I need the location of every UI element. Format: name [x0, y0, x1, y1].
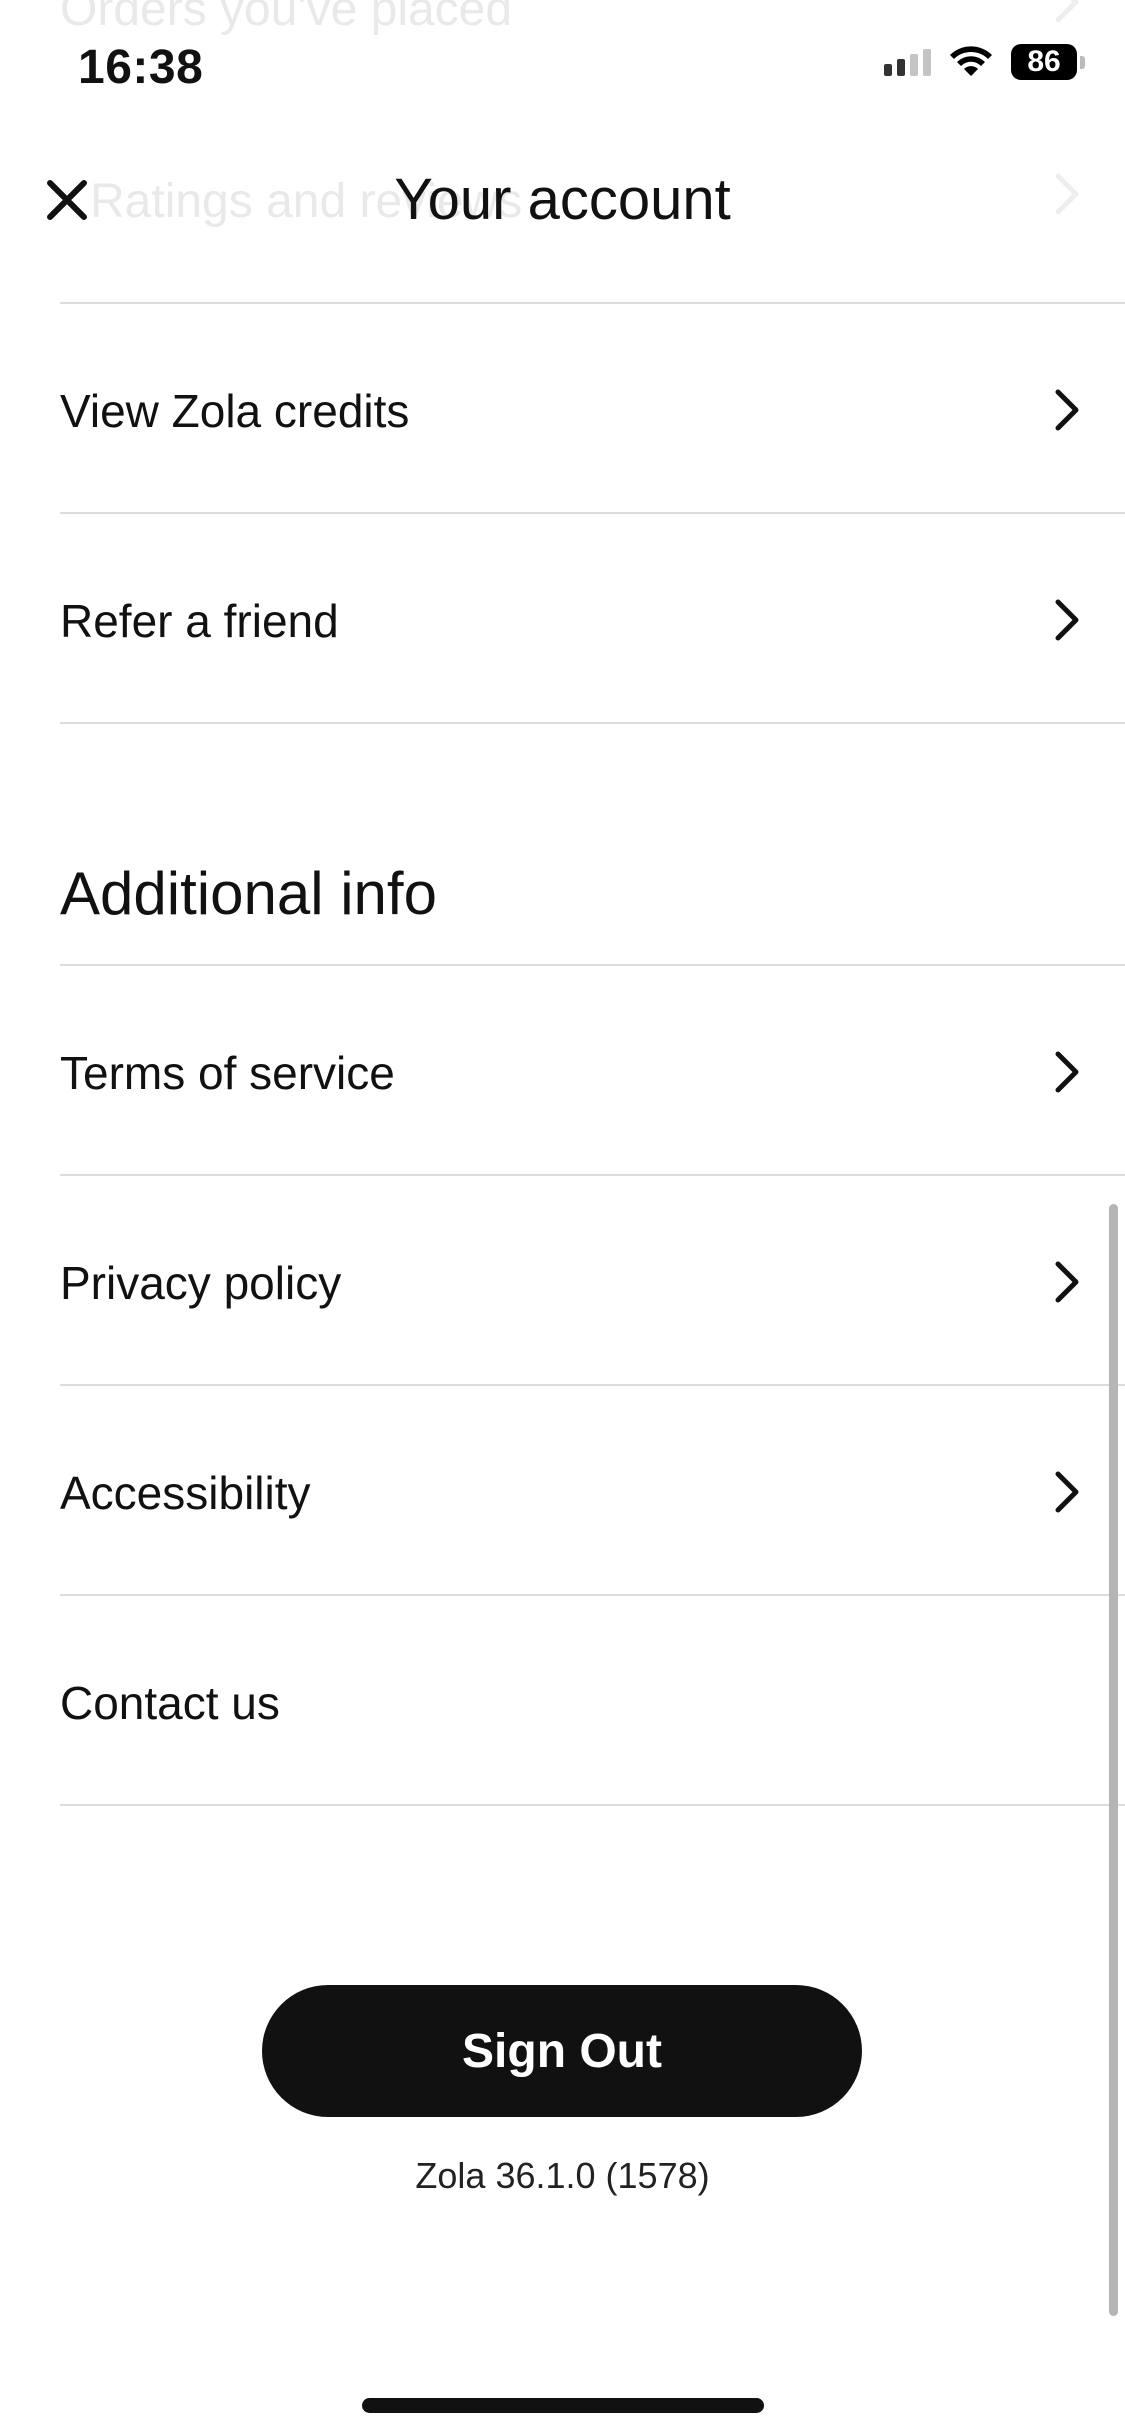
- chevron-right-icon: [1055, 599, 1079, 641]
- chevron-right-icon: [1055, 1471, 1079, 1513]
- list-item-label: View Zola credits: [60, 385, 410, 437]
- scrollbar[interactable]: [1109, 1204, 1118, 2316]
- wifi-icon: [950, 46, 992, 76]
- sign-out-button[interactable]: Sign Out: [262, 1985, 862, 2117]
- list-item-label: Accessibility: [60, 1467, 311, 1519]
- list-item-accessibility[interactable]: Accessibility: [60, 1386, 1125, 1596]
- app-version: Zola 36.1.0 (1578): [415, 2155, 710, 2196]
- list-item-label: Terms of service: [60, 1047, 395, 1099]
- list-item-label: Refer a friend: [60, 595, 339, 647]
- cellular-signal-icon: [884, 48, 931, 76]
- list-item-label: Contact us: [60, 1677, 280, 1729]
- list-item-label: Privacy policy: [60, 1257, 342, 1309]
- close-icon[interactable]: [38, 172, 94, 228]
- list-item-privacy-policy[interactable]: Privacy policy: [60, 1176, 1125, 1386]
- list-item-contact-us[interactable]: Contact us: [60, 1596, 1125, 1806]
- list-item-terms-of-service[interactable]: Terms of service: [60, 966, 1125, 1176]
- list-item-view-zola-credits[interactable]: View Zola credits: [60, 304, 1125, 514]
- section-heading-text: Additional info: [60, 860, 437, 927]
- page-title: Your account: [394, 167, 731, 232]
- chevron-right-icon: [1055, 389, 1079, 431]
- section-heading-additional-info: Additional info: [60, 724, 1125, 966]
- chevron-right-icon: [1055, 1261, 1079, 1303]
- status-time: 16:38: [78, 41, 204, 94]
- account-list: View Zola credits Refer a friend Additio…: [0, 304, 1125, 1806]
- chevron-right-icon: [1055, 1051, 1079, 1093]
- list-item-refer-a-friend[interactable]: Refer a friend: [60, 514, 1125, 724]
- home-indicator[interactable]: [362, 2398, 764, 2413]
- status-bar: 16:38 86: [0, 0, 1125, 130]
- status-icons: 86: [884, 44, 1085, 80]
- battery-icon: 86: [1011, 44, 1085, 80]
- header: Orders you've placed Ratings and reviews…: [0, 0, 1125, 300]
- battery-level: 86: [1027, 45, 1061, 78]
